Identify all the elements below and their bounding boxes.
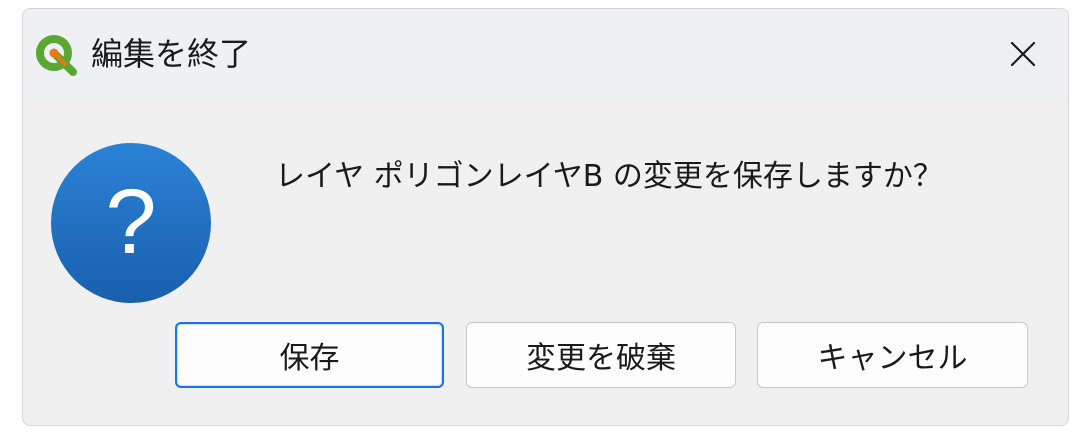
close-icon — [1010, 41, 1036, 67]
save-button[interactable]: 保存 — [175, 322, 444, 388]
discard-changes-button[interactable]: 変更を破棄 — [466, 322, 736, 388]
title-bar: 編集を終了 — [23, 9, 1068, 99]
window-title: 編集を終了 — [91, 35, 252, 73]
question-glyph: ? — [105, 171, 156, 273]
cancel-button[interactable]: キャンセル — [757, 322, 1028, 388]
question-icon: ? — [51, 143, 211, 303]
dialog-message: レイヤ ポリゴンレイヤB の変更を保存しますか？ — [275, 159, 943, 194]
save-changes-dialog: 編集を終了 ? レイヤ ポリゴンレイヤB の変更を保存しますか？ 保存 変更を破… — [22, 8, 1069, 426]
qgis-logo-icon — [36, 35, 77, 76]
close-button[interactable] — [978, 9, 1068, 99]
